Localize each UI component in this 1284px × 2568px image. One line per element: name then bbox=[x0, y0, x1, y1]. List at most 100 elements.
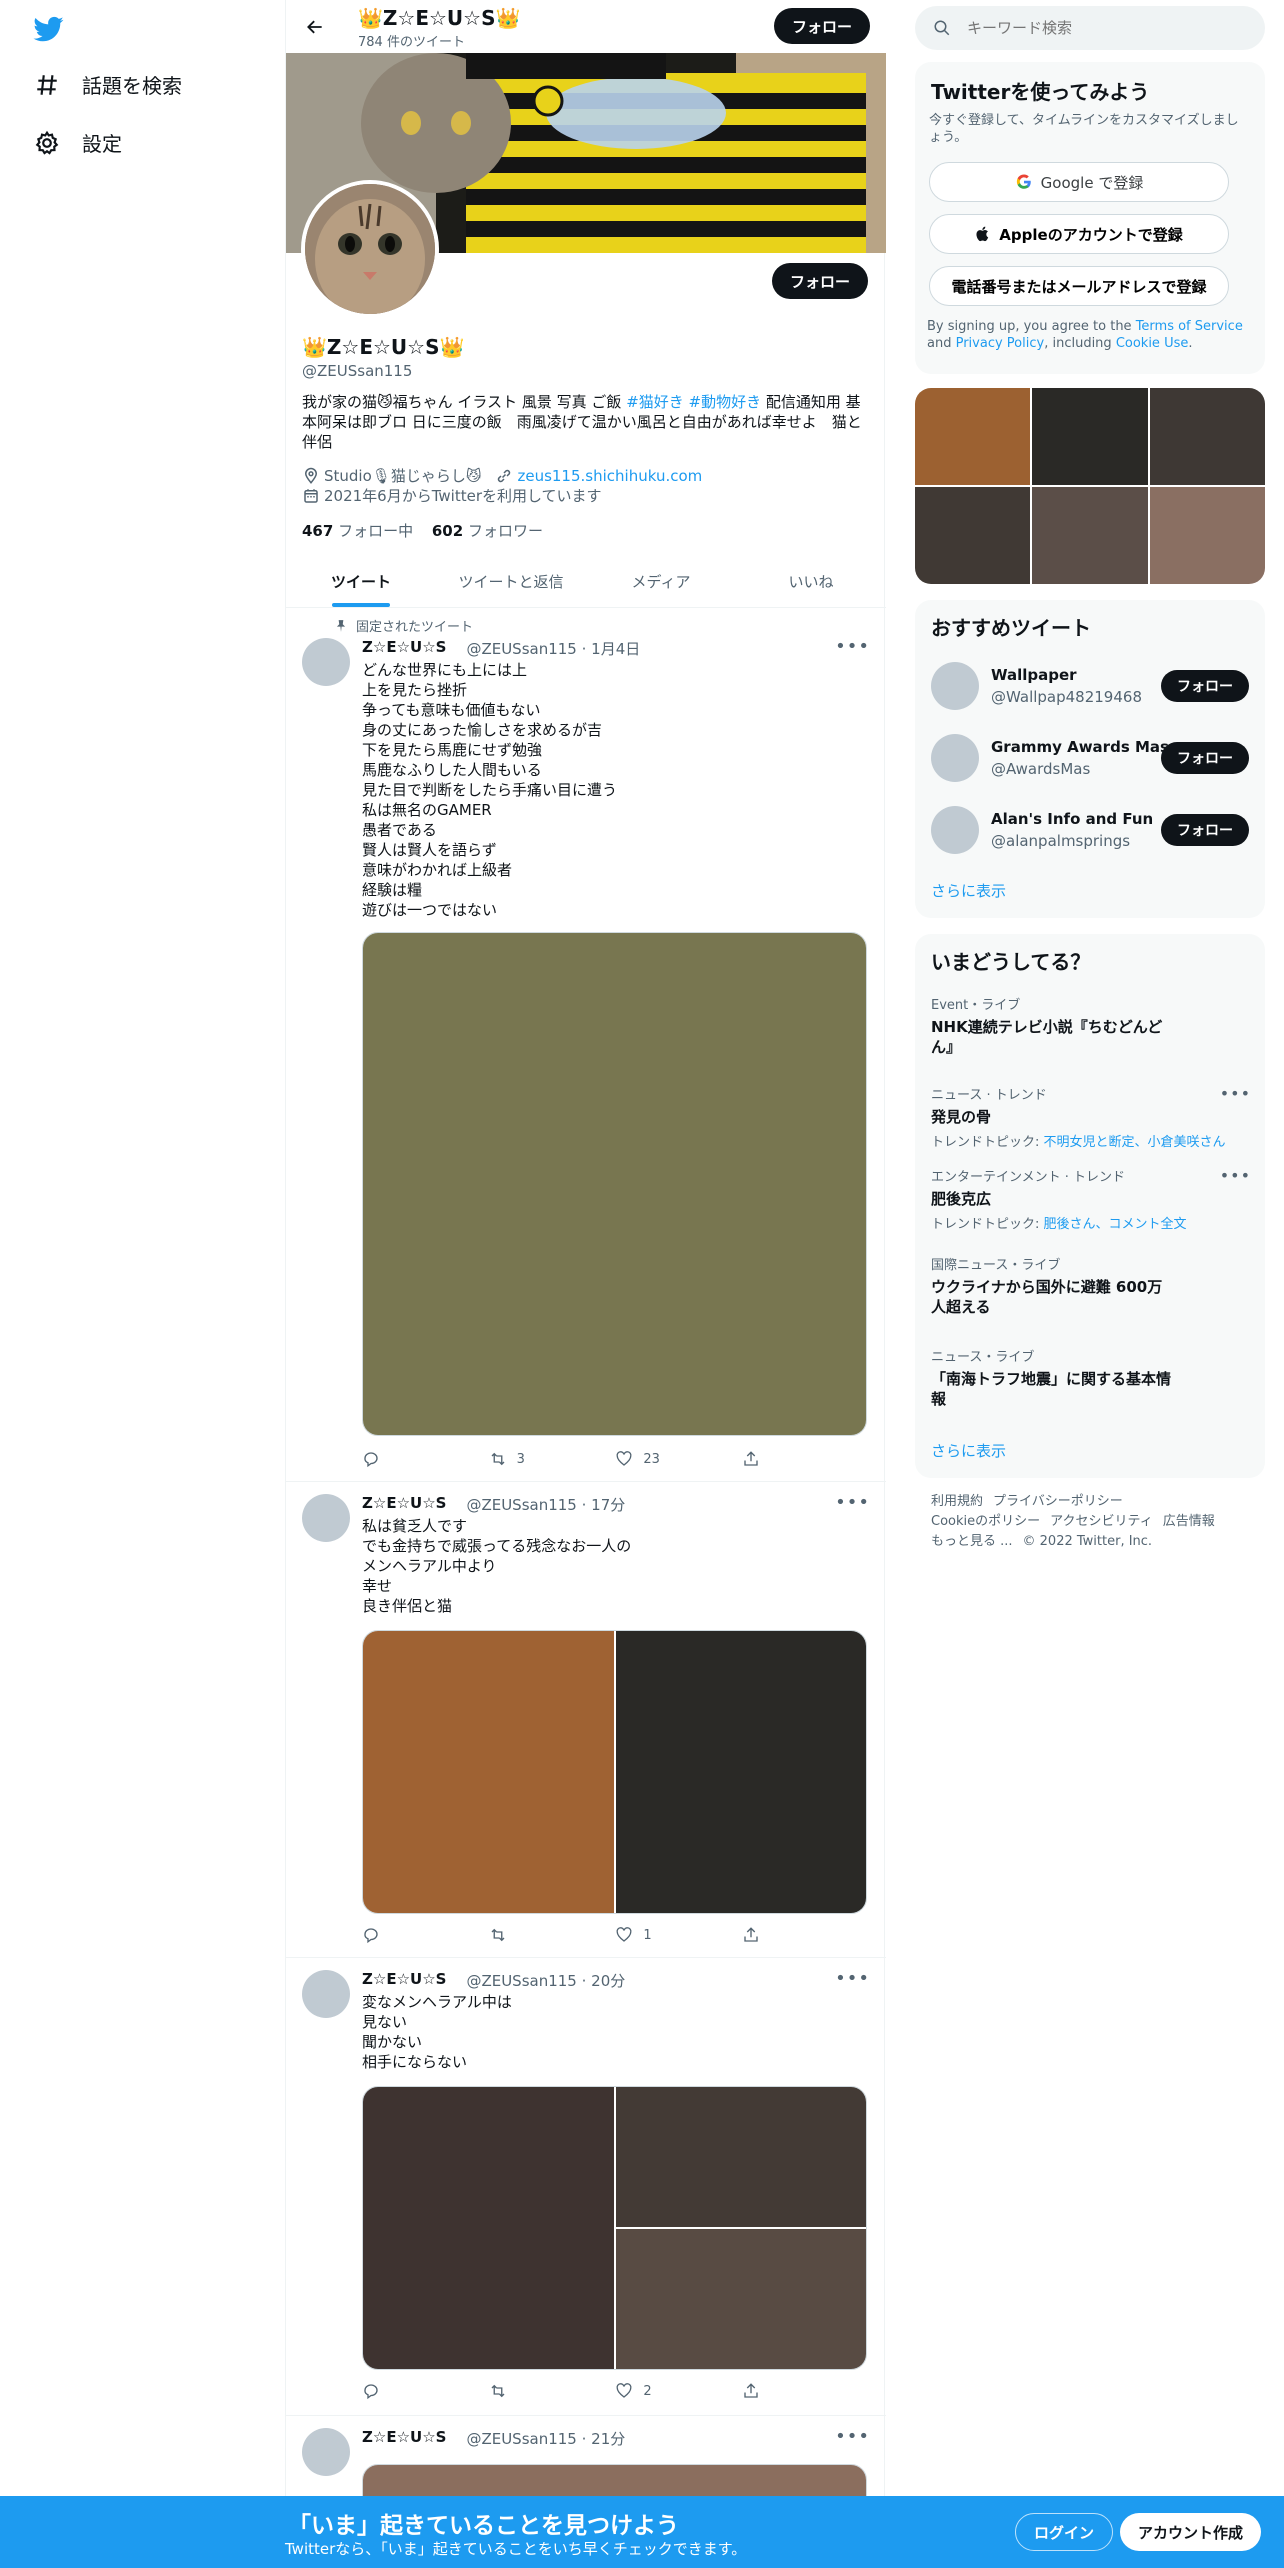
footer-link-more[interactable]: もっと見る ... bbox=[931, 1534, 1013, 1549]
twitter-logo-icon[interactable] bbox=[32, 14, 66, 44]
like-count: 23 bbox=[643, 1451, 660, 1467]
privacy-policy-link[interactable]: Privacy Policy bbox=[956, 336, 1045, 351]
trend-item[interactable]: ニュース · トレンド 発見の骨 トレンドトピック: 不明女児と断定、小倉美咲さ… bbox=[931, 1084, 1251, 1150]
like-button[interactable]: 1 bbox=[615, 1926, 675, 1944]
following-stat[interactable]: 467 フォロー中 bbox=[302, 522, 413, 540]
retweet-button[interactable] bbox=[489, 2382, 549, 2400]
nav-explore[interactable]: 話題を検索 bbox=[34, 70, 182, 99]
tweet-meta[interactable]: @ZEUSsan115 · 21分 bbox=[466, 2428, 625, 2449]
more-options-icon[interactable]: ••• bbox=[1220, 1084, 1251, 1103]
share-button[interactable] bbox=[742, 1450, 802, 1468]
trend-item[interactable]: Event・ライブ NHK連続テレビ小説『ちむどんどん』 bbox=[931, 994, 1251, 1057]
more-options-icon[interactable]: ••• bbox=[835, 1492, 870, 1513]
tweet-meta[interactable]: @ZEUSsan115 · 1月4日 bbox=[466, 638, 640, 659]
tab-media[interactable]: メディア bbox=[586, 555, 736, 607]
follow-suggestion[interactable]: Alan's Info and Fun @alanpalmsprings フォロ… bbox=[931, 802, 1249, 858]
avatar[interactable] bbox=[931, 734, 979, 782]
suggestion-follow-button[interactable]: フォロー bbox=[1161, 814, 1249, 846]
reply-button[interactable] bbox=[362, 2382, 422, 2400]
apple-signup-button[interactable]: Appleのアカウントで登録 bbox=[929, 214, 1229, 254]
reply-button[interactable] bbox=[362, 1450, 422, 1468]
reply-button[interactable] bbox=[362, 1926, 422, 1944]
follow-suggestion[interactable]: Grammy Awards Mas @AwardsMas フォロー bbox=[931, 730, 1249, 786]
trend-item[interactable]: エンターテインメント · トレンド 肥後克広 トレンドトピック: 肥後さん、コメ… bbox=[931, 1166, 1251, 1232]
more-options-icon[interactable]: ••• bbox=[835, 1968, 870, 1989]
trend-subtitle: トレンドトピック: 肥後さん、コメント全文 bbox=[931, 1213, 1251, 1232]
tweet-author-name[interactable]: Z☆E☆U☆S bbox=[362, 2428, 446, 2449]
trend-title: 発見の骨 bbox=[931, 1108, 992, 1126]
nav-settings[interactable]: 設定 bbox=[34, 128, 122, 157]
signup-title: Twitterを使ってみよう bbox=[931, 80, 1150, 104]
trend-category: ニュース · トレンド bbox=[931, 1088, 1047, 1103]
media-thumb[interactable] bbox=[1149, 487, 1265, 584]
cookie-use-link[interactable]: Cookie Use bbox=[1116, 336, 1189, 351]
tweet-avatar[interactable] bbox=[302, 638, 350, 686]
share-button[interactable] bbox=[742, 2382, 802, 2400]
tab-tweets[interactable]: ツイート bbox=[286, 555, 436, 607]
media-thumb[interactable] bbox=[1032, 388, 1148, 485]
footer-link-privacy[interactable]: プライバシーポリシー bbox=[993, 1494, 1123, 1509]
more-options-icon[interactable]: ••• bbox=[1220, 1166, 1251, 1185]
followers-stat[interactable]: 602 フォロワー bbox=[432, 522, 543, 540]
tab-tweets-and-replies[interactable]: ツイートと返信 bbox=[436, 555, 586, 607]
hashtag-link-animals[interactable]: #動物好き bbox=[689, 393, 762, 411]
footer-link-accessibility[interactable]: アクセシビリティ bbox=[1050, 1514, 1153, 1529]
more-options-icon[interactable]: ••• bbox=[835, 2426, 870, 2447]
trend-topic-link[interactable]: 不明女児と断定、小倉美咲さん bbox=[1044, 1135, 1226, 1150]
trends-show-more-link[interactable]: さらに表示 bbox=[931, 1440, 1006, 1461]
tweet[interactable]: Z☆E☆U☆S @ZEUSsan115 · 17分 ••• 私は貧乏人です でも… bbox=[286, 1482, 886, 1958]
suggestion-follow-button[interactable]: フォロー bbox=[1161, 670, 1249, 702]
google-signup-button[interactable]: Google で登録 bbox=[929, 162, 1229, 202]
avatar[interactable] bbox=[931, 806, 979, 854]
suggestion-follow-button[interactable]: フォロー bbox=[1161, 742, 1249, 774]
terms-of-service-link[interactable]: Terms of Service bbox=[1136, 319, 1243, 334]
more-options-icon[interactable]: ••• bbox=[835, 636, 870, 657]
tweet-author-name[interactable]: Z☆E☆U☆S bbox=[362, 638, 446, 659]
create-account-button[interactable]: アカウント作成 bbox=[1120, 2513, 1262, 2551]
phone-email-signup-button[interactable]: 電話番号またはメールアドレスで登録 bbox=[929, 266, 1229, 306]
follow-suggestion[interactable]: Wallpaper @Wallpap48219468 フォロー bbox=[931, 658, 1249, 714]
header-follow-button[interactable]: フォロー bbox=[773, 8, 870, 44]
like-button[interactable]: 23 bbox=[615, 1450, 675, 1468]
retweet-button[interactable]: 3 bbox=[489, 1450, 549, 1468]
trend-title: ウクライナから国外に避難 600万人超える bbox=[931, 1278, 1163, 1316]
trend-item[interactable]: ニュース・ライブ 「南海トラフ地震」に関する基本情報 bbox=[931, 1346, 1251, 1409]
profile-avatar[interactable] bbox=[301, 180, 439, 318]
search-bar[interactable] bbox=[915, 6, 1265, 50]
tweet-avatar[interactable] bbox=[302, 1970, 350, 2018]
who-to-follow-show-more-link[interactable]: さらに表示 bbox=[931, 880, 1006, 901]
login-button[interactable]: ログイン bbox=[1015, 2513, 1114, 2551]
profile-url-link[interactable]: zeus115.shichihuku.com bbox=[517, 467, 702, 485]
tab-likes[interactable]: いいね bbox=[736, 555, 886, 607]
avatar[interactable] bbox=[931, 662, 979, 710]
tweet[interactable]: Z☆E☆U☆S @ZEUSsan115 · 20分 ••• 変なメンヘラアル中は… bbox=[286, 1958, 886, 2416]
footer-link-cookies[interactable]: Cookieのポリシー bbox=[931, 1514, 1040, 1529]
like-button[interactable]: 2 bbox=[615, 2382, 675, 2400]
tweet-author-name[interactable]: Z☆E☆U☆S bbox=[362, 1494, 446, 1515]
tweet-media[interactable] bbox=[362, 1630, 867, 1914]
tweet-media[interactable] bbox=[362, 932, 867, 1436]
media-thumb[interactable] bbox=[915, 388, 1031, 485]
media-thumb[interactable] bbox=[915, 487, 1031, 584]
retweet-button[interactable] bbox=[489, 1926, 549, 1944]
tweet[interactable]: Z☆E☆U☆S @ZEUSsan115 · 1月4日 ••• どんな世界にも上に… bbox=[286, 632, 886, 1482]
footer-link-terms[interactable]: 利用規約 bbox=[931, 1494, 983, 1509]
share-button[interactable] bbox=[742, 1926, 802, 1944]
tweet-meta[interactable]: @ZEUSsan115 · 20分 bbox=[466, 1970, 625, 1991]
trend-item[interactable]: 国際ニュース・ライブ ウクライナから国外に避難 600万人超える bbox=[931, 1254, 1251, 1317]
media-thumb[interactable] bbox=[1149, 388, 1265, 485]
back-button[interactable] bbox=[300, 12, 330, 42]
tweet-avatar[interactable] bbox=[302, 2428, 350, 2476]
trend-title: 肥後克広 bbox=[931, 1190, 992, 1208]
profile-follow-button[interactable]: フォロー bbox=[771, 263, 868, 299]
tweet-meta[interactable]: @ZEUSsan115 · 17分 bbox=[466, 1494, 625, 1515]
tweet-media[interactable] bbox=[362, 2086, 867, 2370]
trend-topic-link[interactable]: 肥後さん、コメント全文 bbox=[1044, 1217, 1187, 1232]
search-input[interactable] bbox=[967, 19, 1227, 37]
login-prompt-title: 「いま」起きていることを見つけよう bbox=[288, 2513, 679, 2539]
tweet-avatar[interactable] bbox=[302, 1494, 350, 1542]
footer-link-ads[interactable]: 広告情報 bbox=[1163, 1514, 1215, 1529]
tweet-author-name[interactable]: Z☆E☆U☆S bbox=[362, 1970, 446, 1991]
media-thumb[interactable] bbox=[1032, 487, 1148, 584]
hashtag-link-cats[interactable]: #猫好き bbox=[626, 393, 684, 411]
